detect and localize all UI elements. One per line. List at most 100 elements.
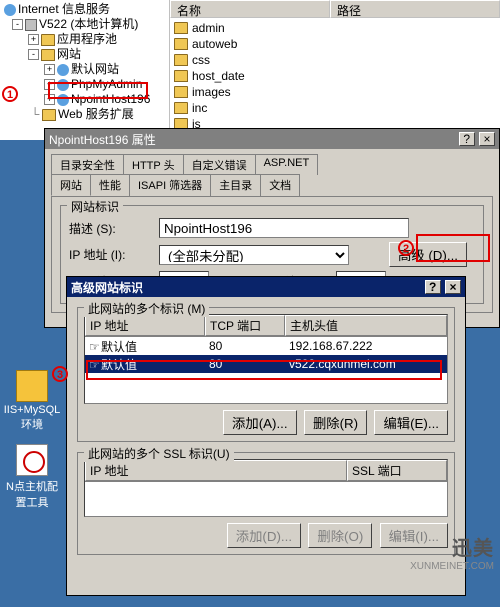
folder-name: admin [192,21,225,35]
folder-icon [41,34,55,46]
tree-default-site-label: 默认网站 [71,62,119,77]
annotation-3: 3 [52,366,68,382]
add-binding-button[interactable]: 添加(A)... [223,410,297,435]
properties-titlebar[interactable]: NpointHost196 属性 ? × [45,129,499,149]
minus-icon[interactable]: - [28,49,39,60]
tab-perf[interactable]: 性能 [90,174,130,196]
minus-icon[interactable]: - [12,19,23,30]
annotation-box-3 [86,360,442,380]
ssl-col-ip[interactable]: IP 地址 [85,460,347,481]
folder-icon [174,102,188,114]
tree-web-ext[interactable]: └Web 服务扩展 [4,107,167,122]
help-button[interactable]: ? [459,132,475,146]
folder-row[interactable]: images [174,84,496,100]
folder-icon [41,49,55,61]
folder-name: css [192,53,210,67]
properties-tabs: 目录安全性 HTTP 头 自定义错误 ASP.NET 网站 性能 ISAPI 筛… [45,149,499,196]
advanced-body: 此网站的多个标识 (M) IP 地址 TCP 端口 主机头值 ☞默认值 80 1… [67,297,465,575]
folder-icon [42,109,56,121]
tab-isapi[interactable]: ISAPI 筛选器 [129,174,211,196]
folder-list-panel: 名称 路径 adminautowebcsshost_dateimagesincj… [170,0,500,130]
desktop-iis-label: IIS+MySQL环境 [2,404,62,432]
plus-icon[interactable]: + [44,64,55,75]
ssl-bindings-fieldset: 此网站的多个 SSL 标识(U) IP 地址 SSL 端口 添加(D)... 删… [77,452,455,555]
desktop-npoint-label: N点主机配置工具 [2,478,62,510]
ip-label: IP 地址 (I): [69,246,159,263]
watermark: 迅美 XUNMEINET.COM [410,532,494,572]
tab-dirsec[interactable]: 目录安全性 [51,154,124,175]
row0-ip: 默认值 [101,340,137,354]
ssl-lv-header: IP 地址 SSL 端口 [85,460,447,482]
ssl-button-row: 添加(D)... 删除(O) 编辑(I)... [84,523,448,548]
tree-root[interactable]: Internet 信息服务 [4,2,167,17]
tree-websites[interactable]: - 网站 [4,47,167,62]
tab-docs[interactable]: 文档 [260,174,300,196]
close-button[interactable]: × [479,132,495,146]
col-header-name[interactable]: 名称 [170,0,330,18]
folder-name: inc [192,101,207,115]
add-ssl-button: 添加(D)... [227,523,301,548]
folder-icon [174,86,188,98]
bindings-legend: 此网站的多个标识 (M) [84,300,209,317]
folder-name: images [192,85,231,99]
desktop-iis-icon[interactable]: IIS+MySQL环境 [2,370,62,432]
ssl-listview[interactable]: IP 地址 SSL 端口 [84,459,448,517]
tree-computer-label: V522 (本地计算机) [39,17,138,32]
folder-row[interactable]: inc [174,100,496,116]
annotation-2: 2 [398,240,414,256]
tab-aspnet[interactable]: ASP.NET [255,154,319,175]
tree-app-pool[interactable]: + 应用程序池 [4,32,167,47]
folder-row[interactable]: css [174,52,496,68]
close-button[interactable]: × [445,280,461,294]
lv-col-tcp[interactable]: TCP 端口 [205,315,285,336]
watermark-small: XUNMEINET.COM [410,561,494,572]
tree-computer[interactable]: - V522 (本地计算机) [4,17,167,32]
bindings-listview[interactable]: IP 地址 TCP 端口 主机头值 ☞默认值 80 192.168.67.222… [84,314,448,404]
folder-list-body: adminautowebcsshost_dateimagesincjs [170,18,500,134]
desc-input[interactable] [159,218,409,238]
folder-row[interactable]: host_date [174,68,496,84]
iis-folder-icon [16,370,48,402]
tree-default-site[interactable]: + 默认网站 [4,62,167,77]
advanced-title-buttons: ? × [424,280,461,294]
tab-errors[interactable]: 自定义错误 [183,154,256,175]
watermark-big: 迅美 [410,532,494,561]
folder-icon [174,22,188,34]
annotation-box-2 [416,234,490,262]
tab-home[interactable]: 主目录 [210,174,261,196]
binding-row[interactable]: ☞默认值 80 192.168.67.222 [85,337,447,355]
delete-ssl-button: 删除(O) [308,523,372,548]
advanced-titlebar[interactable]: 高级网站标识 ? × [67,277,465,297]
plus-icon[interactable]: + [28,34,39,45]
help-button[interactable]: ? [425,280,441,294]
ip-select[interactable]: (全部未分配) [159,245,349,265]
col-header-path[interactable]: 路径 [330,0,500,18]
npoint-glyph-icon [16,444,48,476]
lv-header: IP 地址 TCP 端口 主机头值 [85,315,447,337]
site-icon [57,64,69,76]
tree-websites-label: 网站 [57,47,81,62]
site-id-legend: 网站标识 [67,198,123,215]
annotation-1: 1 [2,86,18,102]
iis-tree-panel: Internet 信息服务 - V522 (本地计算机) + 应用程序池 - 网站 +… [0,0,170,140]
lv-col-ip[interactable]: IP 地址 [85,315,205,336]
folder-name: host_date [192,69,245,83]
desc-label: 描述 (S): [69,220,159,237]
folder-row[interactable]: autoweb [174,36,496,52]
row0-host: 192.168.67.222 [285,339,447,353]
bindings-button-row: 添加(A)... 删除(R) 编辑(E)... [84,410,448,435]
folder-icon [174,54,188,66]
lv-col-host[interactable]: 主机头值 [285,315,447,336]
globe-icon [4,4,16,16]
server-icon [25,19,37,31]
tree-app-pool-label: 应用程序池 [57,32,117,47]
delete-binding-button[interactable]: 删除(R) [304,410,367,435]
desktop-npoint-icon[interactable]: N点主机配置工具 [2,444,62,510]
ssl-col-port[interactable]: SSL 端口 [347,460,447,481]
folder-icon [174,70,188,82]
folder-row[interactable]: admin [174,20,496,36]
tab-website[interactable]: 网站 [51,174,91,196]
edit-binding-button[interactable]: 编辑(E)... [374,410,448,435]
list-header: 名称 路径 [170,0,500,18]
tab-http[interactable]: HTTP 头 [123,154,184,175]
